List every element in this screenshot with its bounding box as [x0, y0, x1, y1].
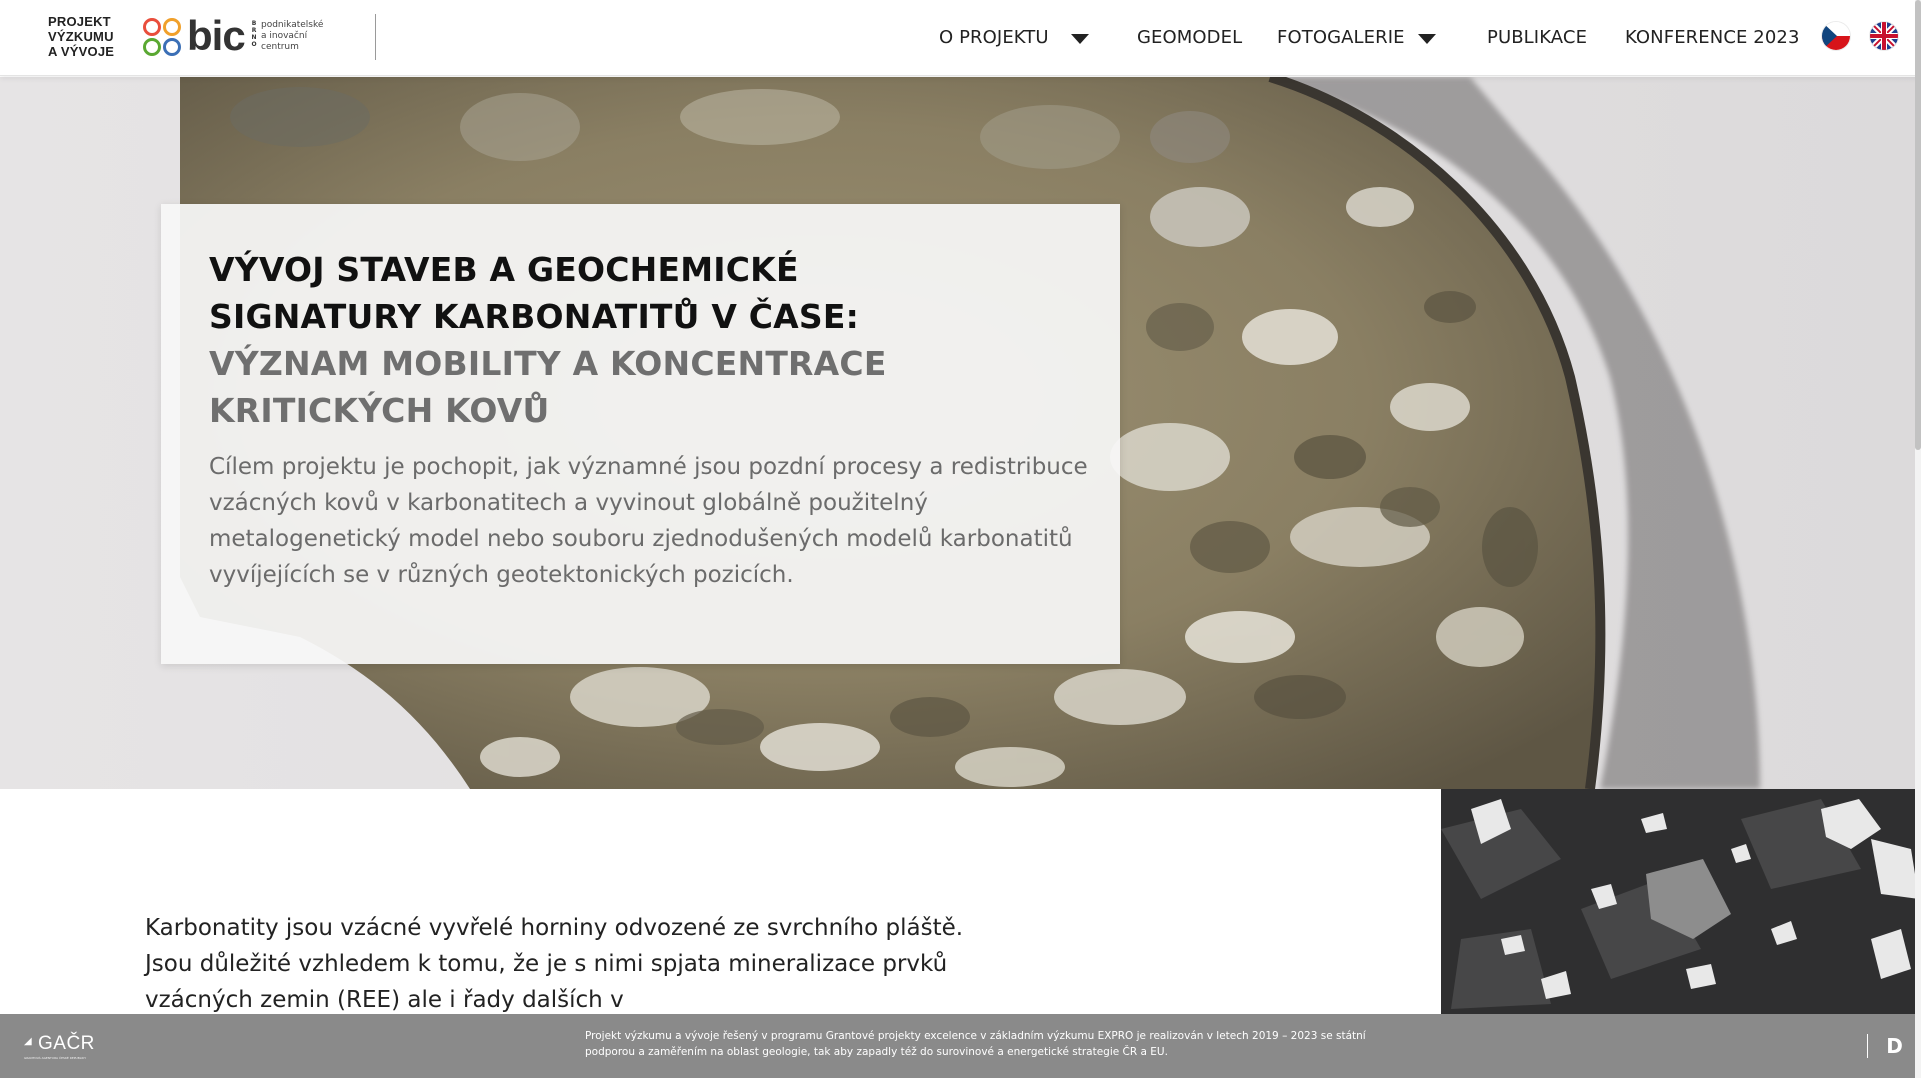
- nav-item-geomodel[interactable]: GEOMODEL: [1137, 24, 1242, 52]
- logo-divider: [375, 14, 376, 60]
- bic-logo[interactable]: bic BRNO podnikatelské a inovační centru…: [143, 12, 333, 60]
- scrollbar-thumb[interactable]: [1915, 0, 1921, 450]
- bic-subtitle-line: podnikatelské: [261, 20, 324, 30]
- nav-item-fotogalerie[interactable]: FOTOGALERIE: [1277, 24, 1405, 52]
- nav-item-publikace[interactable]: PUBLIKACE: [1487, 24, 1587, 52]
- czech-flag-graphic: [1822, 22, 1850, 50]
- chevron-down-icon[interactable]: [1071, 34, 1089, 44]
- site-header: PROJEKT VÝZKUMU A VÝVOJE bic BRNO podnik…: [0, 0, 1921, 76]
- project-logo-line: PROJEKT: [48, 14, 111, 29]
- bic-circles-icon: [143, 18, 187, 58]
- funding-statement-line: Projekt výzkumu a vývoje řešený v progra…: [585, 1030, 1366, 1042]
- chevron-down-icon[interactable]: [1418, 34, 1436, 44]
- funding-statement: Projekt výzkumu a vývoje řešený v progra…: [585, 1028, 1385, 1060]
- hero-description: Cílem projektu je pochopit, jak významné…: [209, 454, 1088, 588]
- bic-circle-green: [143, 38, 161, 56]
- bic-city: BRNO: [251, 20, 257, 48]
- bic-subtitle: podnikatelské a inovační centrum: [261, 20, 341, 53]
- footer-d-button[interactable]: D: [1867, 1034, 1921, 1058]
- project-logo-line: VÝZKUMU: [48, 29, 114, 44]
- microscope-photo: [1441, 789, 1921, 1014]
- gacr-logo[interactable]: ◢ GAČR GRANTOVÁ AGENTURA ČESKÉ REPUBLIKY: [24, 1033, 114, 1060]
- gacr-tagline: GRANTOVÁ AGENTURA ČESKÉ REPUBLIKY: [24, 1056, 87, 1060]
- nav-item-o-projektu[interactable]: O PROJEKTU: [939, 24, 1049, 52]
- funding-footer: ◢ GAČR GRANTOVÁ AGENTURA ČESKÉ REPUBLIKY…: [0, 1014, 1921, 1078]
- uk-flag-icon[interactable]: [1870, 22, 1898, 50]
- intro-paragraph: Karbonatity jsou vzácné vyvřelé horniny …: [145, 915, 964, 1013]
- hero-subtitle-line: KRITICKÝCH KOVŮ: [209, 391, 550, 430]
- nav-item-konference-2023[interactable]: KONFERENCE 2023: [1625, 24, 1800, 52]
- bic-circle-red: [143, 18, 161, 36]
- czech-flag-icon[interactable]: [1822, 22, 1850, 50]
- hero-title: VÝVOJ STAVEB A GEOCHEMICKÉ SIGNATURY KAR…: [209, 246, 949, 434]
- bic-subtitle-line: a inovační: [261, 31, 308, 41]
- gacr-mark-icon: ◢: [24, 1036, 32, 1047]
- bic-circle-orange: [163, 18, 181, 36]
- uk-flag-graphic: [1870, 22, 1898, 50]
- bic-wordmark: bic: [187, 12, 246, 59]
- page-scrollbar[interactable]: [1915, 0, 1921, 1078]
- hero-title-line: SIGNATURY KARBONATITŮ V ČASE:: [209, 297, 860, 336]
- hero-title-line: VÝVOJ STAVEB A GEOCHEMICKÉ: [209, 250, 799, 289]
- project-logo-line: A VÝVOJE: [48, 44, 115, 59]
- hero-section: VÝVOJ STAVEB A GEOCHEMICKÉ SIGNATURY KAR…: [0, 77, 1921, 789]
- funding-statement-line: podporou a zaměřením na oblast geologie,…: [585, 1046, 1168, 1058]
- gacr-wordmark: GAČR: [38, 1033, 95, 1054]
- microscope-photo-graphic: [1441, 789, 1921, 1014]
- hero-subtitle-line: VÝZNAM MOBILITY A KONCENTRACE: [209, 344, 887, 383]
- bic-circle-blue: [163, 38, 181, 56]
- project-logo[interactable]: PROJEKT VÝZKUMU A VÝVOJE: [48, 14, 132, 59]
- bic-subtitle-line: centrum: [261, 42, 299, 52]
- hero-card: VÝVOJ STAVEB A GEOCHEMICKÉ SIGNATURY KAR…: [161, 204, 1120, 664]
